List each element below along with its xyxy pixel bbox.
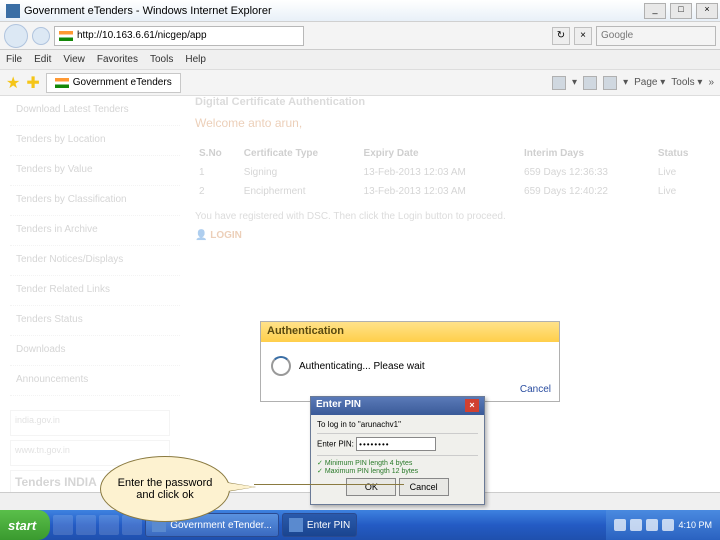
- sidebar-item[interactable]: Download Latest Tenders: [10, 96, 180, 126]
- sidebar-item[interactable]: Tender Notices/Displays: [10, 246, 180, 276]
- spinner-icon: [271, 356, 291, 376]
- print-icon[interactable]: [603, 76, 617, 90]
- tray-volume-icon[interactable]: [662, 519, 674, 531]
- india-gov-logo[interactable]: india.gov.in: [10, 410, 170, 436]
- feed-icon[interactable]: [583, 76, 597, 90]
- sidebar-item[interactable]: Tender Related Links: [10, 276, 180, 306]
- back-button[interactable]: [4, 24, 28, 48]
- auth-message: Authenticating... Please wait: [299, 361, 425, 372]
- auth-cancel[interactable]: Cancel: [520, 384, 551, 395]
- sidebar-item[interactable]: Tenders by Classification: [10, 186, 180, 216]
- register-info: You have registered with DSC. Then click…: [195, 211, 710, 222]
- th-sno: S.No: [195, 144, 240, 163]
- tray-icon[interactable]: [614, 519, 626, 531]
- quicklaunch-ie-icon[interactable]: [53, 515, 73, 535]
- window-title: Government eTenders - Windows Internet E…: [24, 5, 272, 17]
- sidebar-item[interactable]: Tenders by Location: [10, 126, 180, 156]
- menu-view[interactable]: View: [63, 54, 85, 65]
- sidebar-item[interactable]: Tenders by Value: [10, 156, 180, 186]
- search-box[interactable]: Google: [596, 26, 716, 46]
- ie-icon: [6, 4, 20, 18]
- th-interim: Interim Days: [520, 144, 654, 163]
- th-type: Certificate Type: [240, 144, 360, 163]
- section-heading: Digital Certificate Authentication: [195, 96, 710, 108]
- menu-help[interactable]: Help: [185, 54, 206, 65]
- tab-bar: ★ ✚ Government eTenders ▾ ▾ Page ▾ Tools…: [0, 70, 720, 96]
- flag-icon: [59, 31, 73, 41]
- auth-header: Authentication: [261, 322, 559, 342]
- tools-menu[interactable]: Tools ▾: [671, 77, 702, 88]
- menu-tools[interactable]: Tools: [150, 54, 173, 65]
- pin-hint-max: Maximum PIN length 12 bytes: [317, 467, 478, 475]
- pin-label: Enter PIN:: [317, 440, 354, 449]
- menu-bar: File Edit View Favorites Tools Help: [0, 50, 720, 70]
- pin-hint-min: Minimum PIN length 4 bytes: [317, 459, 478, 467]
- login-button[interactable]: 👤 LOGIN: [195, 230, 710, 241]
- table-row: 2Encipherment 13-Feb-2013 12:03 AM659 Da…: [195, 182, 710, 201]
- th-expiry: Expiry Date: [360, 144, 521, 163]
- enter-pin-dialog: Enter PIN × To log in to "arunachv1" Ent…: [310, 396, 485, 505]
- left-sidebar: Download Latest Tenders Tenders by Locat…: [10, 96, 180, 396]
- quicklaunch-icon[interactable]: [76, 515, 96, 535]
- clock[interactable]: 4:10 PM: [678, 520, 712, 530]
- page-menu[interactable]: Page ▾: [634, 77, 665, 88]
- close-button[interactable]: ×: [696, 3, 718, 19]
- instruction-callout: Enter the password and click ok: [100, 456, 260, 522]
- window-titlebar: Government eTenders - Windows Internet E…: [0, 0, 720, 22]
- close-icon[interactable]: ×: [465, 399, 479, 412]
- menu-favorites[interactable]: Favorites: [97, 54, 138, 65]
- start-button[interactable]: start: [0, 510, 50, 540]
- th-status: Status: [654, 144, 710, 163]
- search-placeholder: Google: [601, 30, 633, 41]
- stop-button[interactable]: ×: [574, 27, 592, 45]
- pin-title: Enter PIN: [316, 399, 361, 413]
- menu-file[interactable]: File: [6, 54, 22, 65]
- flag-icon: [55, 78, 69, 88]
- nav-toolbar: http://10.163.6.61/nicgep/app ↻ × Google: [0, 22, 720, 50]
- minimize-button[interactable]: _: [644, 3, 666, 19]
- sidebar-item[interactable]: Downloads: [10, 336, 180, 366]
- callout-text: Enter the password and click ok: [107, 477, 223, 501]
- menu-edit[interactable]: Edit: [34, 54, 51, 65]
- pin-input[interactable]: [356, 437, 436, 451]
- url-text: http://10.163.6.61/nicgep/app: [77, 30, 207, 41]
- forward-button[interactable]: [32, 27, 50, 45]
- welcome-text: Welcome anto arun,: [195, 116, 710, 130]
- tray-icon[interactable]: [630, 519, 642, 531]
- sidebar-item[interactable]: Announcements: [10, 366, 180, 396]
- certificate-table: S.No Certificate Type Expiry Date Interi…: [195, 144, 710, 201]
- authentication-panel: Authentication Authenticating... Please …: [260, 321, 560, 402]
- address-bar[interactable]: http://10.163.6.61/nicgep/app: [54, 26, 304, 46]
- taskbar-item[interactable]: Enter PIN: [282, 513, 357, 537]
- table-row: 1Signing 13-Feb-2013 12:03 AM659 Days 12…: [195, 163, 710, 182]
- browser-tab[interactable]: Government eTenders: [46, 73, 181, 93]
- main-content: Digital Certificate Authentication Welco…: [195, 96, 710, 241]
- ok-button[interactable]: OK: [346, 478, 396, 496]
- sidebar-item[interactable]: Tenders in Archive: [10, 216, 180, 246]
- tab-label: Government eTenders: [73, 77, 172, 88]
- system-tray: 4:10 PM: [606, 510, 720, 540]
- cancel-button[interactable]: Cancel: [399, 478, 449, 496]
- sidebar-item[interactable]: Tenders Status: [10, 306, 180, 336]
- dialog-icon: [289, 518, 303, 532]
- pin-prompt: To log in to "arunachv1": [317, 420, 478, 429]
- refresh-button[interactable]: ↻: [552, 27, 570, 45]
- tray-icon[interactable]: [646, 519, 658, 531]
- maximize-button[interactable]: □: [670, 3, 692, 19]
- home-icon[interactable]: [552, 76, 566, 90]
